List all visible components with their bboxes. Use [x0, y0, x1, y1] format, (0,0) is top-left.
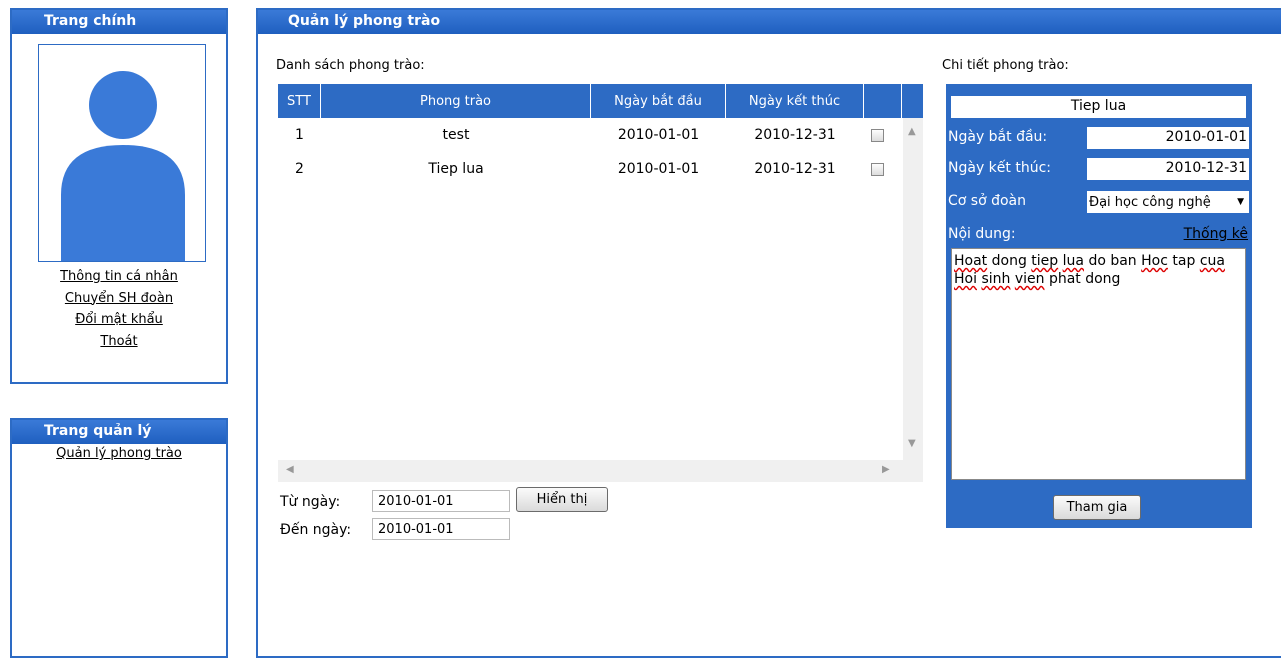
row-checkbox[interactable] [870, 162, 884, 176]
sidebar-admin-title: Trang quản lý [12, 420, 226, 444]
grid-body: 1 test 2010-01-01 2010-12-31 2 Tiep lua … [278, 118, 903, 460]
sidebar-main-links: Thông tin cá nhân Chuyển SH đoàn Đổi mật… [12, 266, 226, 352]
scroll-up-icon[interactable]: ▲ [908, 126, 916, 137]
detail-start-label: Ngày bắt đầu: [948, 129, 1048, 145]
sidebar-main-title: Trang chính [12, 10, 226, 34]
to-date-input[interactable]: 2010-01-01 [372, 518, 510, 540]
table-row[interactable]: 1 test 2010-01-01 2010-12-31 [278, 118, 903, 152]
show-button[interactable]: Hiển thị [516, 487, 608, 512]
col-stt[interactable]: STT [278, 84, 321, 118]
to-date-label: Đến ngày: [280, 522, 352, 538]
content-word: vien [1014, 271, 1045, 287]
content-word: ban [1110, 253, 1137, 269]
detail-panel: Tiep lua Ngày bắt đầu: 2010-01-01 Ngày k… [946, 84, 1252, 528]
grid-header: STT Phong trào Ngày bắt đầu Ngày kết thú… [278, 84, 923, 118]
main-panel: Quản lý phong trào Danh sách phong trào:… [256, 8, 1281, 658]
content-word: sinh [981, 271, 1011, 287]
join-button[interactable]: Tham gia [1053, 495, 1141, 520]
link-personal-info[interactable]: Thông tin cá nhân [60, 269, 178, 284]
content-word: Hoat [954, 253, 988, 269]
detail-start-value[interactable]: 2010-01-01 [1087, 127, 1249, 149]
scroll-down-icon[interactable]: ▼ [908, 438, 916, 449]
avatar [38, 44, 206, 262]
main-title: Quản lý phong trào [258, 10, 1281, 34]
content-word: lua [1062, 253, 1084, 269]
row-start: 2010-01-01 [617, 161, 700, 177]
sidebar-main-panel: Trang chính Thông tin cá nhân Chuyển SH … [10, 8, 228, 384]
link-transfer-union[interactable]: Chuyển SH đoàn [65, 291, 173, 306]
row-end: 2010-12-31 [754, 161, 836, 177]
content-word: dong [1085, 271, 1121, 287]
content-word: dong [991, 253, 1027, 269]
col-check [864, 84, 902, 118]
chevron-down-icon[interactable]: ▼ [1237, 197, 1244, 207]
content-word: do [1088, 253, 1106, 269]
link-manage-movements[interactable]: Quản lý phong trào [56, 446, 182, 461]
from-date-label: Từ ngày: [280, 494, 341, 510]
row-name: test [442, 127, 470, 143]
user-silhouette-icon [61, 71, 185, 261]
detail-end-value[interactable]: 2010-12-31 [1087, 158, 1249, 180]
content-word: Hoc [1141, 253, 1168, 269]
detail-org-value: Đại học công nghệ [1089, 194, 1211, 210]
col-name[interactable]: Phong trào [321, 84, 591, 118]
vertical-scrollbar[interactable]: ▲ ▼ [903, 118, 923, 460]
row-end: 2010-12-31 [754, 127, 836, 143]
row-stt: 1 [295, 127, 304, 143]
content-word: Hoi [954, 271, 977, 287]
content-word: tiep [1031, 253, 1059, 269]
scroll-left-icon[interactable]: ◀ [286, 464, 294, 475]
col-scroll [902, 84, 923, 118]
horizontal-scrollbar[interactable]: ◀ ▶ [278, 460, 903, 482]
content-word: phat [1048, 271, 1081, 287]
movements-grid: STT Phong trào Ngày bắt đầu Ngày kết thú… [278, 84, 923, 482]
detail-org-label: Cơ sở đoàn [948, 193, 1027, 209]
detail-end-label: Ngày kết thúc: [948, 160, 1051, 176]
content-word: cua [1199, 253, 1225, 269]
stats-link[interactable]: Thống kê [1184, 226, 1248, 242]
row-start: 2010-01-01 [617, 127, 700, 143]
list-label: Danh sách phong trào: [276, 58, 425, 73]
table-row[interactable]: 2 Tiep lua 2010-01-01 2010-12-31 [278, 152, 903, 186]
detail-content-label: Nội dung: [948, 226, 1016, 242]
detail-org-select[interactable]: Đại học công nghệ ▼ [1087, 191, 1249, 213]
col-start[interactable]: Ngày bắt đầu [591, 84, 726, 118]
content-word: tap [1172, 253, 1196, 269]
detail-label: Chi tiết phong trào: [942, 58, 1069, 73]
link-change-password[interactable]: Đổi mật khẩu [75, 312, 163, 327]
sidebar-admin-panel: Trang quản lý Quản lý phong trào [10, 418, 228, 658]
scroll-right-icon[interactable]: ▶ [882, 464, 890, 475]
detail-content-textarea[interactable]: Hoat dong tiep lua do ban Hoc tap cua Ho… [951, 248, 1246, 480]
detail-name: Tiep lua [951, 96, 1246, 118]
row-name: Tiep lua [428, 161, 484, 177]
row-stt: 2 [295, 161, 304, 177]
from-date-input[interactable]: 2010-01-01 [372, 490, 510, 512]
link-logout[interactable]: Thoát [100, 334, 137, 349]
row-checkbox[interactable] [870, 128, 884, 142]
col-end[interactable]: Ngày kết thúc [726, 84, 864, 118]
